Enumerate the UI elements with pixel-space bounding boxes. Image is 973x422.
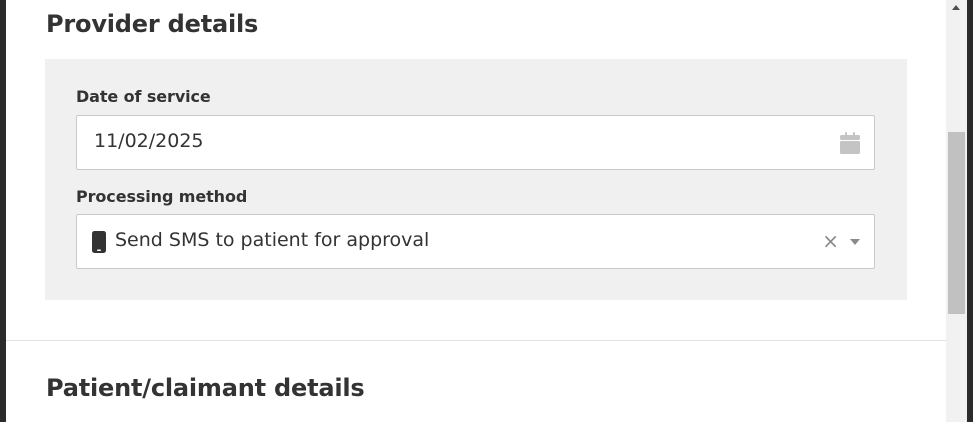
section-divider	[6, 340, 946, 341]
calendar-icon[interactable]	[840, 132, 860, 154]
provider-details-heading: Provider details	[46, 10, 259, 38]
clear-selection-icon[interactable]: ×	[822, 229, 839, 253]
processing-method-value: Send SMS to patient for approval	[115, 229, 430, 251]
window-edge	[967, 0, 973, 422]
date-of-service-input[interactable]: 11/02/2025	[76, 115, 875, 170]
mobile-phone-icon	[92, 231, 106, 253]
claim-form-modal: Provider details Date of service 11/02/2…	[6, 0, 946, 422]
chevron-down-icon[interactable]	[850, 239, 860, 245]
processing-method-label: Processing method	[76, 187, 248, 206]
date-of-service-value: 11/02/2025	[94, 130, 204, 152]
app-window: Provider details Date of service 11/02/2…	[0, 0, 973, 422]
patient-claimant-details-heading: Patient/claimant details	[46, 374, 365, 402]
provider-details-panel: Date of service 11/02/2025 Processing me…	[45, 59, 907, 300]
scrollbar-thumb[interactable]	[948, 132, 965, 314]
scroll-up-arrow-icon[interactable]	[946, 0, 967, 18]
date-of-service-label: Date of service	[76, 87, 211, 106]
processing-method-select[interactable]: Send SMS to patient for approval ×	[76, 214, 875, 269]
vertical-scrollbar[interactable]	[946, 0, 967, 422]
